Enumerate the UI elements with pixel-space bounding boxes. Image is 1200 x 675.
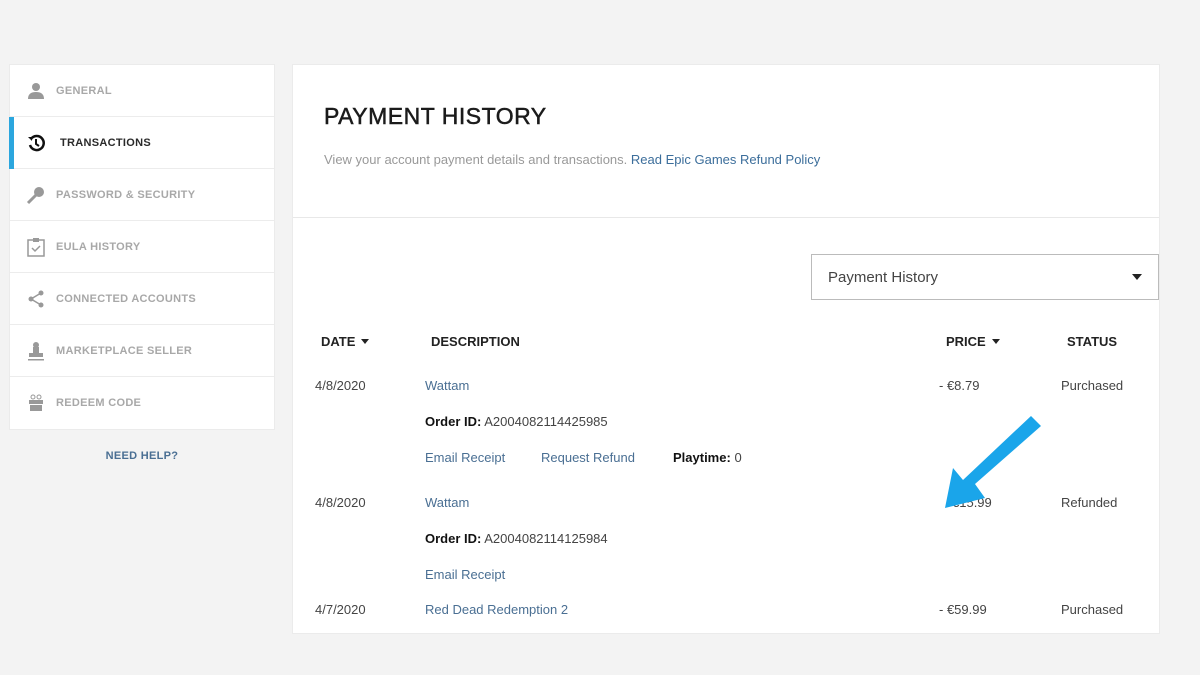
sidebar-item-password-security[interactable]: PASSWORD & SECURITY [10,169,274,221]
annotation-arrow-icon [945,416,1041,508]
row-date: 4/8/2020 [315,378,366,393]
sidebar-item-marketplace-seller[interactable]: MARKETPLACE SELLER [10,325,274,377]
order-label: Order ID: [425,414,482,429]
order-label: Order ID: [425,531,482,546]
sidebar-item-redeem-code[interactable]: REDEEM CODE [10,377,274,429]
sidebar-item-label: TRANSACTIONS [60,136,151,149]
row-date: 4/7/2020 [315,602,366,617]
order-id: Order ID: A2004082114425985 [425,414,608,429]
request-refund-link[interactable]: Request Refund [541,450,635,465]
history-type-select[interactable]: Payment History [811,254,1159,300]
product-link[interactable]: Wattam [425,495,469,510]
sidebar-item-label: REDEEM CODE [56,397,142,409]
column-header-price[interactable]: PRICE [946,334,1000,349]
order-id-value: A2004082114125984 [484,531,608,546]
sidebar-item-general[interactable]: GENERAL [10,65,274,117]
sidebar-item-label: MARKETPLACE SELLER [56,344,193,357]
email-receipt-link[interactable]: Email Receipt [425,567,505,582]
row-status: Purchased [1061,378,1124,393]
row-price: - €59.99 [939,602,987,617]
product-link[interactable]: Wattam [425,378,469,393]
row-date: 4/8/2020 [315,495,366,510]
page-subtitle: View your account payment details and tr… [324,152,628,167]
history-icon [26,133,46,153]
row-price: - €8.79 [939,378,980,393]
sidebar: GENERAL TRANSACTIONS PASSWORD & SECURITY… [9,64,275,430]
sidebar-item-label: EULA HISTORY [56,240,141,253]
key-icon [26,185,46,205]
header-label: DESCRIPTION [431,334,520,349]
header-label: PRICE [946,334,986,349]
clipboard-check-icon [26,237,46,257]
user-icon [26,81,46,101]
playtime: Playtime: 0 [673,450,742,465]
column-header-date[interactable]: DATE [321,334,370,349]
email-receipt-link[interactable]: Email Receipt [425,450,505,465]
payment-history-panel: PAYMENT HISTORY View your account paymen… [292,64,1160,634]
playtime-label: Playtime: [673,450,731,465]
playtime-value: 0 [734,450,742,465]
sidebar-item-label: CONNECTED ACCOUNTS [56,292,197,305]
gift-icon [26,393,46,413]
select-value: Payment History [828,268,939,286]
share-icon [26,289,46,309]
sort-caret-icon [991,339,1000,344]
sidebar-item-label: PASSWORD & SECURITY [56,188,196,201]
order-id-value: A2004082114425985 [484,414,608,429]
header-label: DATE [321,334,356,349]
sidebar-item-eula-history[interactable]: EULA HISTORY [10,221,274,273]
refund-policy-link[interactable]: Read Epic Games Refund Policy [631,152,820,167]
sidebar-item-label: GENERAL [56,84,112,97]
row-status: Refunded [1061,495,1118,510]
sidebar-item-connected-accounts[interactable]: CONNECTED ACCOUNTS [10,273,274,325]
row-status: Purchased [1061,602,1124,617]
page-title: PAYMENT HISTORY [324,103,547,130]
column-header-description: DESCRIPTION [431,334,520,349]
need-help-link[interactable]: NEED HELP? [9,450,275,462]
stamp-icon [26,341,46,361]
header-label: STATUS [1067,334,1118,349]
sort-caret-icon [361,339,370,344]
column-header-status: STATUS [1067,334,1117,349]
order-id: Order ID: A2004082114125984 [425,531,608,546]
product-link[interactable]: Red Dead Redemption 2 [425,602,568,617]
sidebar-item-transactions[interactable]: TRANSACTIONS [9,117,274,169]
chevron-down-icon [1132,274,1142,280]
